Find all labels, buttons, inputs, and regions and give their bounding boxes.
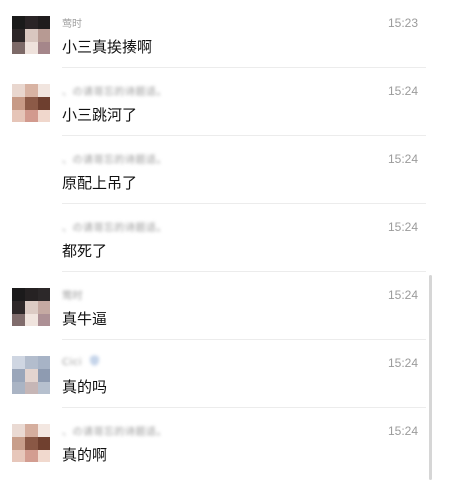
comment-text: 小三真挨揍啊 xyxy=(62,38,153,56)
comment-text: 原配上吊了 xyxy=(62,174,138,192)
comment-text: 真牛逼 xyxy=(62,310,108,328)
comment-timestamp: 15:24 xyxy=(387,152,418,166)
avatar-dark-hair-icon[interactable] xyxy=(12,288,50,326)
avatar-cartoon-couple-icon[interactable] xyxy=(12,424,50,462)
avatar-dark-hair-icon[interactable] xyxy=(12,16,50,54)
comment-timestamp: 15:24 xyxy=(387,424,418,438)
scrollbar[interactable] xyxy=(429,275,432,480)
comment-username[interactable]: 莺时 xyxy=(62,287,83,302)
comment-username[interactable]: 、の请哥忘的诗题适。 xyxy=(62,423,167,438)
comment-item[interactable]: 、の请哥忘的诗题适。 15:24 真的啊 xyxy=(0,408,426,476)
comment-text: 真的吗 xyxy=(62,378,108,396)
comment-username[interactable]: 、の请哥忘的诗题适。 xyxy=(62,83,167,98)
avatar-photo-icon[interactable] xyxy=(12,356,50,394)
comment-item[interactable]: 、の请哥忘的诗题适。 15:24 都死了 xyxy=(0,204,426,272)
comment-item[interactable]: 、の请哥忘的诗题适。 15:24 小三跳河了 xyxy=(0,68,426,136)
comment-item[interactable]: Cici 15:24 真的吗 xyxy=(0,340,426,408)
comment-item[interactable]: 、の请哥忘的诗题适。 15:24 原配上吊了 xyxy=(0,136,426,204)
comment-list: 莺时 15:23 小三真挨揍啊 、の请哥忘的诗题适。 15:24 小三跳河了 、… xyxy=(0,0,426,480)
comment-timestamp: 15:24 xyxy=(387,356,418,370)
comment-timestamp: 15:23 xyxy=(387,16,418,30)
avatar-cartoon-couple-icon[interactable] xyxy=(12,84,50,122)
comment-item[interactable]: 莺时 15:24 真牛逼 xyxy=(0,272,426,340)
comment-username[interactable]: 、の请哥忘的诗题适。 xyxy=(62,151,167,166)
comment-item[interactable]: 莺时 15:23 小三真挨揍啊 xyxy=(0,0,426,68)
comment-username[interactable]: Cici xyxy=(62,355,100,368)
comment-timestamp: 15:24 xyxy=(387,288,418,302)
comment-text: 小三跳河了 xyxy=(62,106,138,124)
comment-text: 都死了 xyxy=(62,242,108,260)
comment-timestamp: 15:24 xyxy=(387,220,418,234)
comment-username[interactable]: 莺时 xyxy=(62,15,82,30)
verified-badge-icon xyxy=(90,355,100,366)
comment-username[interactable]: 、の请哥忘的诗题适。 xyxy=(62,219,167,234)
comment-text: 真的啊 xyxy=(62,446,108,464)
comment-timestamp: 15:24 xyxy=(387,84,418,98)
